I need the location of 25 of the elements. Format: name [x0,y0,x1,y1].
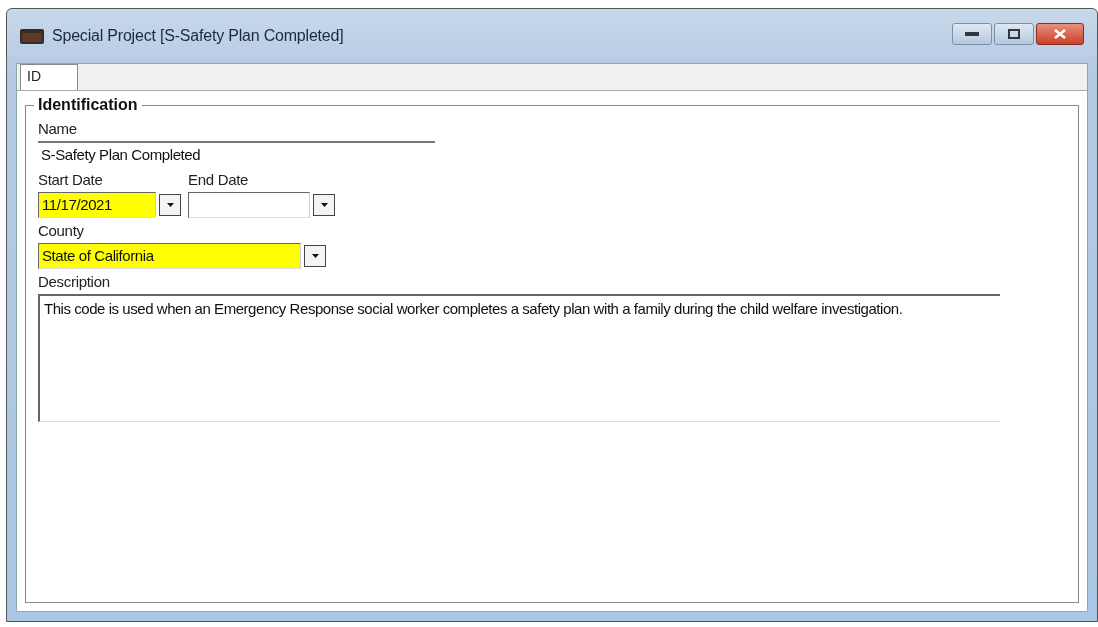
description-field[interactable]: This code is used when an Emergency Response social worker completes a safety plan with a family during the child welfare investigation. [38,294,1000,422]
caret-icon [311,254,319,258]
caret-icon [166,203,174,207]
close-button[interactable] [1036,23,1084,45]
tab[interactable]: ID [20,64,78,90]
field-label: Name [38,120,78,137]
dropdown-button[interactable] [159,194,181,216]
field-label: End Date [188,171,250,188]
minimize-button[interactable] [952,23,992,45]
dropdown-button[interactable] [304,245,326,267]
window-title: Special Project [S-Safety Plan Completed] [52,27,345,45]
dropdown-field[interactable] [188,192,310,218]
text-field[interactable]: S-Safety Plan Completed [38,141,435,167]
dropdown-button[interactable] [313,194,335,216]
field-label: County [38,222,85,239]
caret-icon [320,203,328,207]
maximize-button[interactable] [994,23,1034,45]
maximize-icon [1008,29,1020,39]
folder-icon [20,28,44,44]
dropdown-field[interactable]: State of California [38,243,301,269]
dropdown-field[interactable]: 11/17/2021 [38,192,156,218]
field-label: Description [38,273,111,290]
close-icon [1054,29,1066,39]
field-label: Start Date [38,171,104,188]
minimize-icon [965,32,979,36]
